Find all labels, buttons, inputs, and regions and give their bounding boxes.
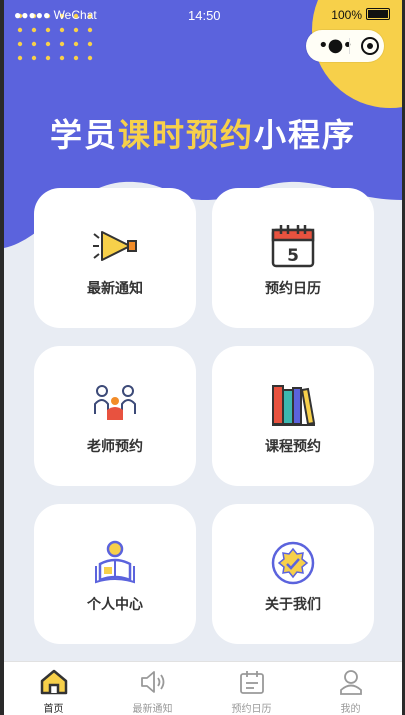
bottom-tab-bar: 首页 最新通知 预约日历 我的 <box>4 661 402 715</box>
capsule-divider <box>349 38 350 54</box>
title-part2: 小程序 <box>254 116 357 154</box>
page-title: 学员课时预约小程序 <box>4 110 402 156</box>
tab-label: 首页 <box>43 704 64 715</box>
carrier-signal: ●●●●● WeChat <box>14 8 97 22</box>
home-icon <box>40 669 68 695</box>
card-course-booking[interactable]: 课程预约 <box>212 346 374 486</box>
title-highlight: 课时预约 <box>117 116 254 154</box>
reading-person-icon <box>95 540 135 584</box>
more-menu-icon[interactable]: •●• <box>318 37 353 55</box>
speaker-icon <box>141 671 165 693</box>
tab-label: 最新通知 <box>132 704 173 715</box>
teacher-icon <box>94 385 136 420</box>
megaphone-icon <box>93 231 137 261</box>
card-latest-notice[interactable]: 最新通知 <box>34 188 196 328</box>
card-label: 个人中心 <box>87 597 143 613</box>
calendar-icon <box>240 671 264 694</box>
tab-booking-calendar[interactable]: 预约日历 <box>202 662 301 715</box>
card-about-us[interactable]: 关于我们 <box>212 504 374 644</box>
battery-indicator: 100% <box>331 8 390 22</box>
status-time: 14:50 <box>188 8 221 23</box>
status-bar: ●●●●● WeChat 14:50 100% <box>4 0 402 30</box>
close-miniprogram-icon[interactable] <box>361 37 379 55</box>
card-label: 关于我们 <box>265 597 321 613</box>
tab-label: 我的 <box>340 704 361 715</box>
tab-home[interactable]: 首页 <box>4 662 103 715</box>
card-label: 最新通知 <box>87 281 143 297</box>
battery-percent: 100% <box>331 8 362 22</box>
books-icon <box>272 385 316 426</box>
calendar-day-number: 5 <box>287 246 299 266</box>
card-booking-calendar[interactable]: 5 预约日历 <box>212 188 374 328</box>
tab-label: 预约日历 <box>231 704 272 715</box>
card-teacher-booking[interactable]: 老师预约 <box>34 346 196 486</box>
tab-mine[interactable]: 我的 <box>301 662 400 715</box>
tab-latest-notice[interactable]: 最新通知 <box>103 662 202 715</box>
card-label: 老师预约 <box>87 439 143 455</box>
badge-icon <box>271 541 315 585</box>
battery-icon <box>366 8 390 20</box>
card-label: 预约日历 <box>265 281 321 297</box>
card-personal-center[interactable]: 个人中心 <box>34 504 196 644</box>
calendar-icon: 5 <box>271 225 315 268</box>
user-icon <box>340 670 362 695</box>
miniprogram-capsule: •●• <box>306 30 384 62</box>
phone-screen: ●●●●● WeChat 14:50 100% •●• 学员课时预约小程序 最新… <box>4 0 402 715</box>
title-part1: 学员 <box>49 116 118 154</box>
card-label: 课程预约 <box>265 439 321 455</box>
